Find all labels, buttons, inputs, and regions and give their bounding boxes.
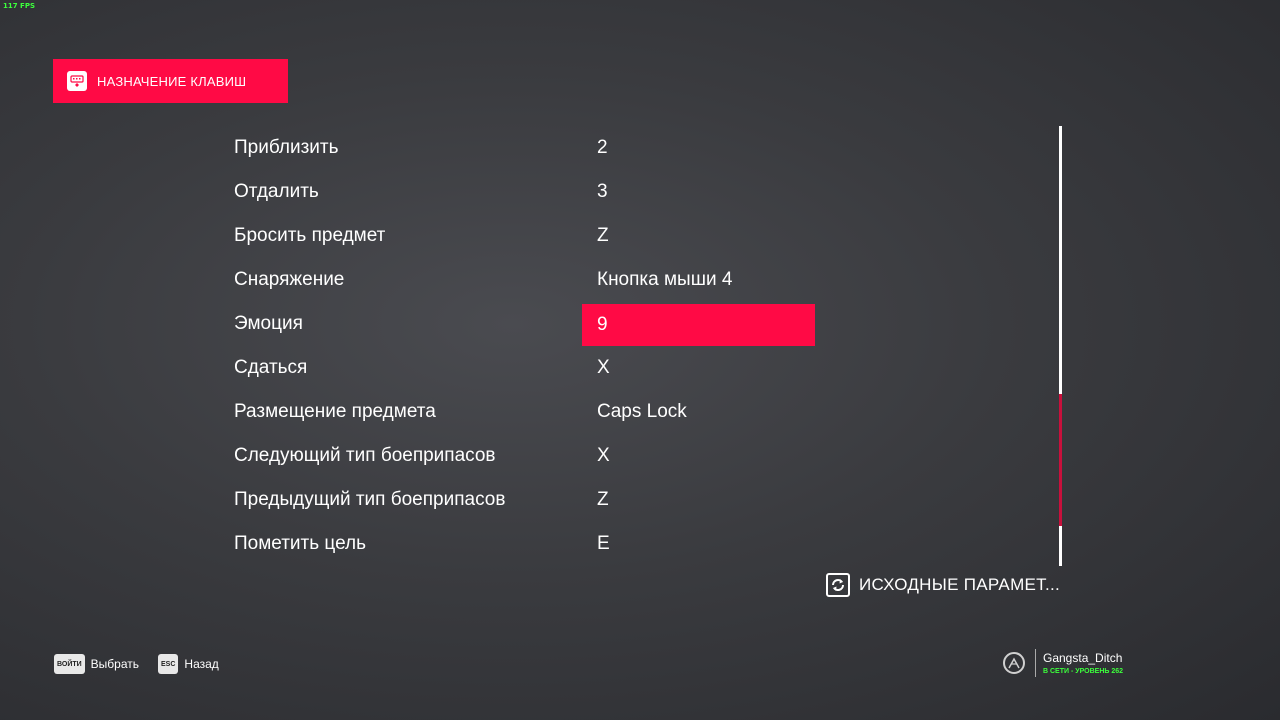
binding-row-zoom-in[interactable]: Приблизить 2 (234, 126, 834, 170)
binding-row-zoom-out[interactable]: Отдалить 3 (234, 170, 834, 214)
player-emblem-icon (1003, 652, 1025, 674)
binding-action-label: Пометить цель (234, 533, 367, 554)
binding-row-drop-item[interactable]: Бросить предмет Z (234, 214, 834, 258)
binding-key-value[interactable]: Z (582, 214, 815, 258)
binding-key-value[interactable]: 3 (582, 170, 815, 214)
player-name: Gangsta_Ditch (1043, 651, 1123, 665)
player-profile[interactable]: Gangsta_Ditch В СЕТИ - УРОВЕНЬ 262 (1003, 649, 1123, 677)
binding-action-label: Бросить предмет (234, 225, 386, 246)
fps-counter: 117 FPS (3, 2, 36, 10)
esc-key-badge: ESC (158, 654, 179, 674)
binding-row-mark-target[interactable]: Пометить цель E (234, 522, 834, 566)
tab-key-bindings[interactable]: НАЗНАЧЕНИЕ КЛАВИШ (53, 59, 288, 103)
reset-defaults-button[interactable]: ИСХОДНЫЕ ПАРАМЕТ... (826, 573, 1060, 597)
binding-key-value[interactable]: 2 (582, 126, 815, 170)
player-status: В СЕТИ - УРОВЕНЬ 262 (1043, 668, 1124, 675)
binding-action-label: Следующий тип боеприпасов (234, 445, 496, 466)
hint-select[interactable]: ВОЙТИ Выбрать (54, 654, 139, 674)
scrollbar-thumb[interactable] (1059, 394, 1062, 527)
binding-key-value[interactable]: Caps Lock (582, 390, 815, 434)
binding-key-value[interactable]: E (582, 522, 815, 566)
binding-key-value[interactable]: Кнопка мыши 4 (582, 258, 815, 302)
hint-back-label: Назад (184, 657, 219, 671)
key-binding-list: Приблизить 2 Отдалить 3 Бросить предмет … (234, 126, 834, 566)
reset-defaults-label: ИСХОДНЫЕ ПАРАМЕТ... (859, 575, 1061, 594)
binding-key-value[interactable]: X (582, 434, 815, 478)
binding-action-label: Эмоция (234, 313, 303, 334)
header-title: НАЗНАЧЕНИЕ КЛАВИШ (97, 73, 247, 89)
hint-select-label: Выбрать (90, 657, 140, 671)
scrollbar-track[interactable] (1059, 126, 1062, 566)
binding-key-value[interactable]: X (582, 346, 815, 390)
binding-row-equipment[interactable]: Снаряжение Кнопка мыши 4 (234, 258, 834, 302)
binding-row-place-item[interactable]: Размещение предмета Caps Lock (234, 390, 834, 434)
binding-action-label: Отдалить (234, 181, 319, 202)
binding-key-value[interactable]: Z (582, 478, 815, 522)
binding-action-label: Снаряжение (234, 269, 345, 290)
binding-action-label: Размещение предмета (234, 401, 436, 422)
binding-key-value-selected[interactable]: 9 (582, 304, 815, 346)
profile-divider (1035, 649, 1036, 677)
keyboard-icon (67, 71, 87, 91)
hint-back[interactable]: ESC Назад (158, 654, 219, 674)
enter-key-badge: ВОЙТИ (54, 654, 85, 674)
binding-action-label: Приблизить (234, 137, 339, 158)
binding-row-surrender[interactable]: Сдаться X (234, 346, 834, 390)
reset-icon (826, 573, 850, 597)
binding-row-next-ammo[interactable]: Следующий тип боеприпасов X (234, 434, 834, 478)
binding-action-label: Сдаться (234, 357, 308, 378)
binding-row-prev-ammo[interactable]: Предыдущий тип боеприпасов Z (234, 478, 834, 522)
binding-action-label: Предыдущий тип боеприпасов (234, 489, 506, 510)
binding-row-emote[interactable]: Эмоция 9 (234, 302, 834, 346)
